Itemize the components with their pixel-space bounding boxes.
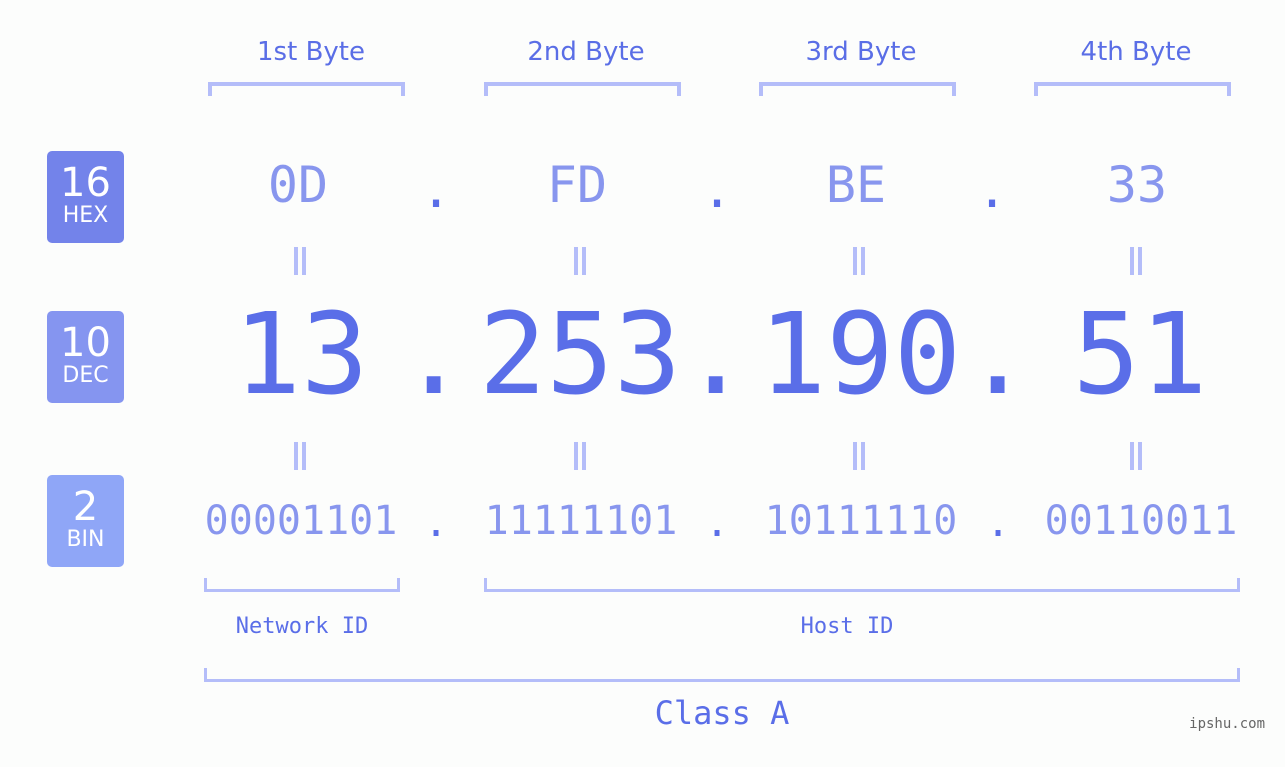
bin-base-label: BIN [66,527,105,552]
bin-badge: 2 BIN [47,475,124,567]
byte-label-2: 2nd Byte [527,37,645,67]
network-id-bracket [204,578,400,592]
dec-base-number: 10 [60,320,111,366]
hex-separator: . [420,161,452,219]
network-id-label: Network ID [235,614,369,639]
hex-byte-2: FD [546,156,608,214]
bin-byte-4: 00110011 [1044,498,1238,544]
hex-separator: . [701,161,733,219]
hex-badge: 16 HEX [47,151,124,243]
dec-byte-1: 13 [233,290,369,420]
dec-byte-4: 51 [1072,290,1208,420]
byte-label-1: 1st Byte [257,37,365,67]
dec-separator: . [682,290,750,420]
hex-base-number: 16 [60,160,111,206]
bin-separator: . [704,500,730,546]
byte-bracket-2 [484,82,681,96]
byte-label-4: 4th Byte [1080,37,1192,67]
hex-byte-1: 0D [267,156,329,214]
byte-label-3: 3rd Byte [805,37,917,67]
dec-badge: 10 DEC [47,311,124,403]
class-label: Class A [654,694,790,732]
equals-icon [851,442,867,470]
dec-separator: . [964,290,1032,420]
hex-base-label: HEX [62,203,109,228]
host-id-label: Host ID [800,614,894,639]
byte-bracket-4 [1034,82,1231,96]
dec-byte-2: 253 [478,290,682,420]
bin-separator: . [985,500,1011,546]
dec-base-label: DEC [62,363,109,388]
bin-separator: . [423,500,449,546]
equals-icon [1128,442,1144,470]
byte-bracket-1 [208,82,405,96]
bin-byte-3: 10111110 [764,498,958,544]
watermark: ipshu.com [1189,716,1265,732]
dec-separator: . [400,290,468,420]
hex-byte-4: 33 [1106,156,1168,214]
dec-byte-3: 190 [758,290,962,420]
bin-byte-1: 00001101 [204,498,398,544]
equals-icon [572,247,588,275]
hex-separator: . [976,161,1008,219]
bin-byte-2: 11111101 [484,498,678,544]
byte-bracket-3 [759,82,956,96]
host-id-bracket [484,578,1240,592]
equals-icon [572,442,588,470]
equals-icon [1128,247,1144,275]
equals-icon [292,247,308,275]
bin-base-number: 2 [72,484,99,530]
hex-byte-3: BE [825,156,887,214]
equals-icon [851,247,867,275]
class-bracket [204,668,1240,682]
equals-icon [292,442,308,470]
